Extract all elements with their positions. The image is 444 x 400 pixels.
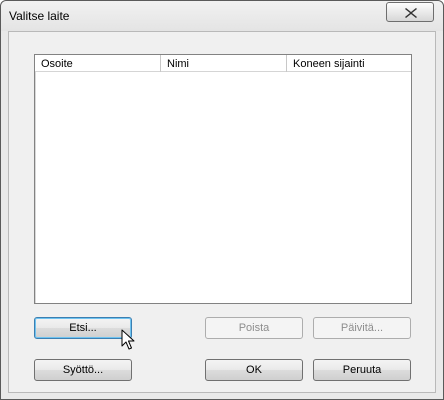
list-header: Osoite Nimi Koneen sijainti — [35, 55, 411, 72]
dialog-window: Valitse laite Osoite Nimi Koneen sijaint… — [0, 0, 444, 400]
column-header-name[interactable]: Nimi — [161, 55, 287, 72]
window-title: Valitse laite — [9, 9, 70, 23]
title-bar[interactable]: Valitse laite — [1, 1, 443, 31]
ok-button[interactable]: OK — [205, 359, 303, 381]
remove-button[interactable]: Poista — [205, 317, 303, 339]
close-icon — [405, 8, 417, 18]
input-button[interactable]: Syöttö... — [34, 359, 132, 381]
column-header-address[interactable]: Osoite — [35, 55, 161, 72]
update-button[interactable]: Päivitä... — [313, 317, 411, 339]
cancel-button[interactable]: Peruuta — [313, 359, 411, 381]
close-button[interactable] — [386, 2, 434, 22]
mouse-pointer-icon — [121, 329, 135, 350]
dialog-body: Osoite Nimi Koneen sijainti Etsi... Pois… — [8, 31, 436, 393]
search-button[interactable]: Etsi... — [34, 317, 132, 339]
column-header-location[interactable]: Koneen sijainti — [287, 55, 411, 72]
device-list[interactable]: Osoite Nimi Koneen sijainti — [34, 54, 412, 304]
